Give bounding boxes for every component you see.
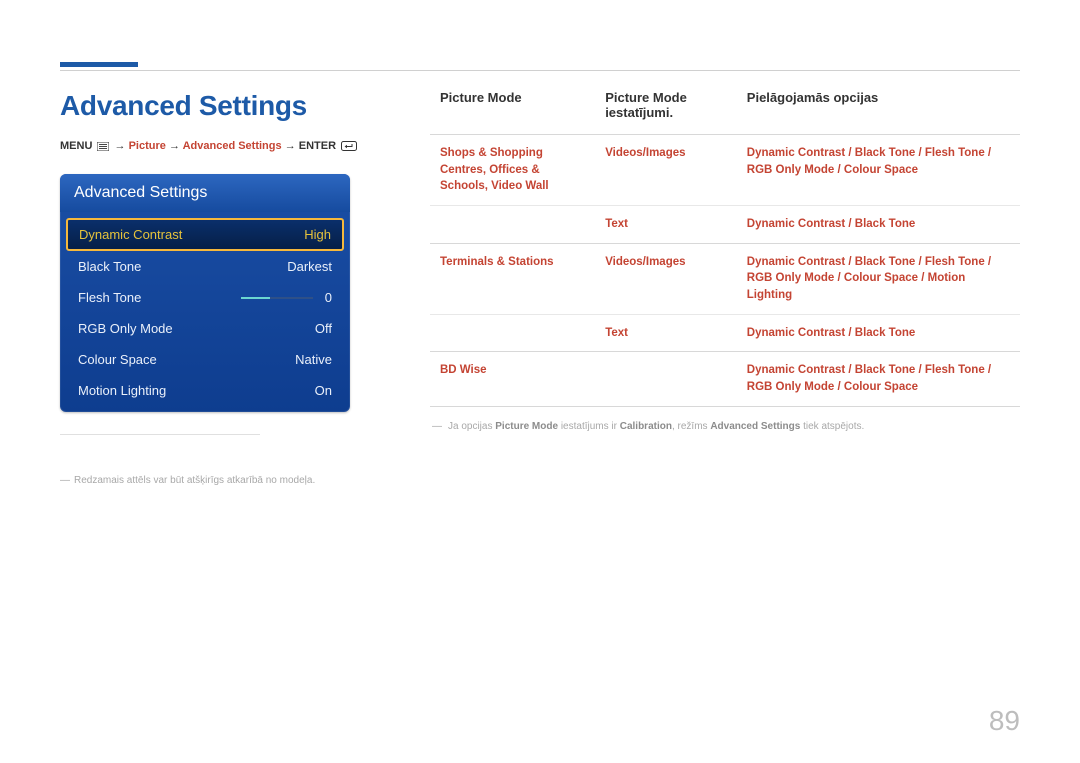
osd-item-label: RGB Only Mode (78, 321, 173, 336)
osd-menu-item[interactable]: Dynamic Contrast High (66, 218, 344, 251)
left-footnote: ―Redzamais attēls var būt atšķirīgs atka… (60, 475, 390, 486)
breadcrumb: MENU → Picture → Advanced Settings → ENT… (60, 140, 390, 152)
breadcrumb-arrow: → (169, 140, 180, 152)
osd-item-value-group: Darkest (287, 259, 332, 274)
footnote-bold-calibration: Calibration (620, 421, 672, 432)
table-cell (430, 206, 595, 244)
table-row: TextDynamic Contrast / Black Tone (430, 314, 1020, 352)
osd-panel-body: Dynamic Contrast High Black Tone Darkest Fle… (60, 212, 350, 412)
table-cell: Text (595, 206, 737, 244)
footnote-text: , režīms (672, 421, 710, 432)
osd-menu-item[interactable]: Flesh Tone 0 (66, 282, 344, 313)
osd-menu-item[interactable]: RGB Only Mode Off (66, 313, 344, 344)
osd-item-value: Native (295, 352, 332, 367)
th-customizable-options: Pielāgojamās opcijas (737, 90, 1020, 135)
options-table: Picture Mode Picture Mode iestatījumi. P… (430, 90, 1020, 407)
osd-item-value: Off (315, 321, 332, 336)
osd-item-value-group: 0 (241, 290, 332, 305)
table-cell: Dynamic Contrast / Black Tone / Flesh To… (737, 352, 1020, 406)
slider-track[interactable] (241, 297, 313, 299)
footnote-bold-advanced-settings: Advanced Settings (710, 421, 800, 432)
table-cell: Dynamic Contrast / Black Tone / Flesh To… (737, 243, 1020, 314)
breadcrumb-menu: MENU (60, 140, 92, 152)
table-cell: Text (595, 314, 737, 352)
right-column: Picture Mode Picture Mode iestatījumi. P… (430, 90, 1020, 486)
osd-item-value-group: High (304, 227, 331, 242)
th-picture-mode-settings: Picture Mode iestatījumi. (595, 90, 737, 135)
osd-item-value: 0 (325, 290, 332, 305)
table-cell: Dynamic Contrast / Black Tone / Flesh To… (737, 135, 1020, 206)
slider-fill (241, 297, 270, 299)
breadcrumb-picture: Picture (129, 140, 166, 152)
footnote-text: iestatījums ir (558, 421, 620, 432)
osd-item-label: Flesh Tone (78, 290, 141, 305)
osd-panel: Advanced Settings Dynamic Contrast High Bl… (60, 174, 350, 412)
osd-menu-item[interactable]: Colour Space Native (66, 344, 344, 375)
header-divider (60, 70, 1020, 71)
osd-panel-header: Advanced Settings (60, 174, 350, 212)
page-number: 89 (989, 705, 1020, 737)
table-cell (595, 352, 737, 406)
breadcrumb-advanced: Advanced Settings (183, 140, 282, 152)
table-cell: Videos/Images (595, 135, 737, 206)
breadcrumb-arrow: → (285, 140, 296, 152)
table-cell: Terminals & Stations (430, 243, 595, 314)
table-cell (430, 314, 595, 352)
th-picture-mode: Picture Mode (430, 90, 595, 135)
osd-item-label: Motion Lighting (78, 383, 166, 398)
osd-item-value-group: Native (295, 352, 332, 367)
left-column: Advanced Settings MENU → Picture → Advan… (60, 90, 390, 486)
table-row: TextDynamic Contrast / Black Tone (430, 206, 1020, 244)
table-row: BD Wise Dynamic Contrast / Black Tone / F… (430, 352, 1020, 406)
osd-item-label: Dynamic Contrast (79, 227, 182, 242)
table-cell: Shops & Shopping Centres, Offices & Scho… (430, 135, 595, 206)
osd-item-value: High (304, 227, 331, 242)
table-cell: BD Wise (430, 352, 595, 406)
table-row: Terminals & StationsVideos/ImagesDynamic… (430, 243, 1020, 314)
calibration-footnote: Ja opcijas Picture Mode iestatījums ir C… (430, 421, 1020, 432)
breadcrumb-arrow: → (115, 140, 126, 152)
left-footnote-text: Redzamais attēls var būt atšķirīgs atkar… (74, 475, 315, 486)
osd-menu-item[interactable]: Black Tone Darkest (66, 251, 344, 282)
table-cell: Dynamic Contrast / Black Tone (737, 206, 1020, 244)
footnote-divider (60, 434, 260, 435)
osd-item-label: Colour Space (78, 352, 157, 367)
menu-icon (97, 140, 109, 152)
footnote-text: tiek atspējots. (800, 421, 864, 432)
osd-item-value-group: Off (315, 321, 332, 336)
manual-page: Advanced Settings MENU → Picture → Advan… (0, 0, 1080, 763)
page-title: Advanced Settings (60, 90, 390, 122)
enter-icon (341, 140, 357, 152)
table-row: Shops & Shopping Centres, Offices & Scho… (430, 135, 1020, 206)
table-cell: Videos/Images (595, 243, 737, 314)
footnote-bold-picture-mode: Picture Mode (495, 421, 558, 432)
osd-item-value: On (315, 383, 332, 398)
osd-item-value-group: On (315, 383, 332, 398)
breadcrumb-enter: ENTER (299, 140, 336, 152)
osd-item-value: Darkest (287, 259, 332, 274)
header-accent-bar (60, 62, 138, 67)
table-cell: Dynamic Contrast / Black Tone (737, 314, 1020, 352)
footnote-text: Ja opcijas (448, 421, 495, 432)
osd-menu-item[interactable]: Motion Lighting On (66, 375, 344, 406)
osd-item-label: Black Tone (78, 259, 141, 274)
